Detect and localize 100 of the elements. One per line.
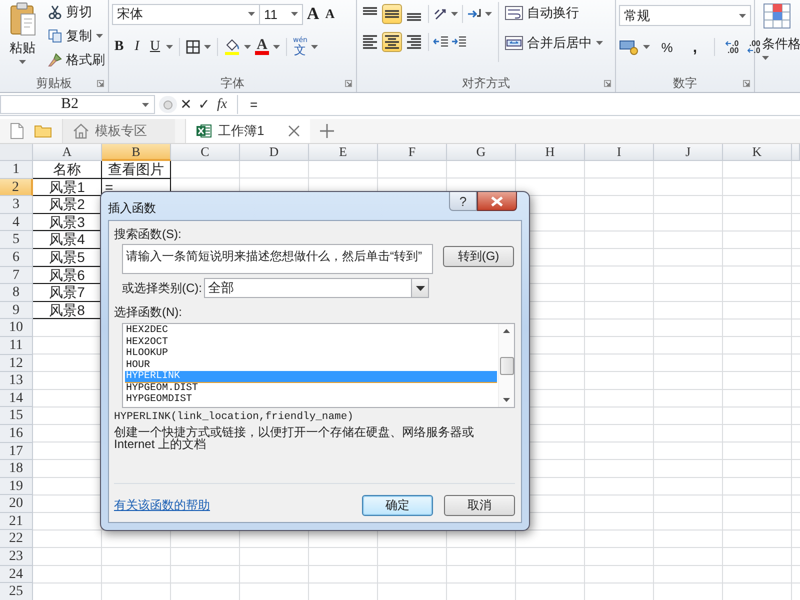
row-header[interactable]: 25 xyxy=(0,583,33,600)
column-header[interactable]: F xyxy=(378,144,447,161)
column-header[interactable]: C xyxy=(171,144,240,161)
formula-field[interactable]: = xyxy=(237,95,800,114)
percent-button[interactable]: % xyxy=(660,37,674,57)
close-icon[interactable] xyxy=(288,125,300,137)
align-button[interactable] xyxy=(404,32,424,52)
copy-button[interactable]: 复制 xyxy=(48,26,105,46)
column-header[interactable]: H xyxy=(516,144,585,161)
column-header[interactable]: A xyxy=(33,144,102,161)
launcher-icon[interactable] xyxy=(604,80,611,87)
number-format-field[interactable]: 常规 xyxy=(619,5,751,26)
bold-button[interactable]: B xyxy=(112,37,126,57)
column-header[interactable]: I xyxy=(585,144,654,161)
row-header[interactable]: 10 xyxy=(0,319,33,337)
row-header[interactable]: 15 xyxy=(0,407,33,425)
wrap-text-button[interactable]: 自动换行 xyxy=(505,3,603,23)
caret-icon xyxy=(643,45,650,49)
merge-center-button[interactable]: 合并后居中 xyxy=(505,33,603,53)
column-header[interactable]: B xyxy=(102,144,171,161)
column-header[interactable]: J xyxy=(654,144,723,161)
borders-icon[interactable] xyxy=(186,40,200,54)
add-icon[interactable] xyxy=(320,124,334,138)
category-dropdown[interactable]: 全部 xyxy=(204,278,429,298)
close-button[interactable] xyxy=(477,192,517,211)
row-header[interactable]: 24 xyxy=(0,566,33,584)
shrink-font-button[interactable]: A xyxy=(323,4,337,24)
cancel-button[interactable]: ✕ xyxy=(177,96,195,113)
row-header[interactable]: 2 xyxy=(0,178,33,196)
tab[interactable]: 模板专区 xyxy=(62,119,175,143)
scrollbar[interactable] xyxy=(498,324,514,407)
help-button[interactable]: ? xyxy=(449,192,477,211)
row-header[interactable]: 11 xyxy=(0,336,33,355)
row-header[interactable]: 12 xyxy=(0,354,33,372)
fill-bucket-icon[interactable] xyxy=(224,39,240,55)
align-button[interactable] xyxy=(360,32,380,52)
row-header[interactable]: 13 xyxy=(0,372,33,390)
font-size-field[interactable]: 11 xyxy=(259,4,303,24)
row-header[interactable]: 9 xyxy=(0,302,33,320)
underline-button[interactable]: U xyxy=(148,37,162,57)
row-header[interactable]: 17 xyxy=(0,442,33,460)
go-button[interactable]: 转到(G) xyxy=(443,246,514,267)
row-header[interactable]: 23 xyxy=(0,548,33,566)
scroll-thumb[interactable] xyxy=(500,356,514,374)
drag-handle-icon[interactable] xyxy=(163,98,173,110)
cancel-button[interactable]: 取消 xyxy=(444,495,515,516)
list-item[interactable]: HLOOKUP xyxy=(125,348,497,360)
function-list[interactable]: HEX2DEC HEX2OCT HLOOKUP HOUR HYPERLINK HYPGEOM.DIST HYPGEOMDIST xyxy=(122,323,515,408)
ok-button[interactable]: 确定 xyxy=(362,495,433,516)
row-header[interactable]: 6 xyxy=(0,248,33,267)
format-painter-button[interactable]: 格式刷 xyxy=(48,50,105,70)
paste-button[interactable]: 粘贴 xyxy=(3,2,42,64)
list-item[interactable]: HEX2DEC xyxy=(125,325,497,336)
list-item[interactable]: HEX2OCT xyxy=(125,336,497,348)
launcher-icon[interactable] xyxy=(345,80,352,87)
search-field[interactable]: 请输入一条简短说明来描述您想做什么，然后单击“转到” xyxy=(122,244,433,274)
enter-button[interactable]: ✓ xyxy=(195,96,213,113)
row-header[interactable]: 4 xyxy=(0,214,33,232)
row-header[interactable]: 21 xyxy=(0,512,33,530)
row-header[interactable]: 8 xyxy=(0,284,33,302)
list-item[interactable]: HYPGEOMDIST xyxy=(125,394,497,406)
row-header[interactable]: 20 xyxy=(0,495,33,513)
align-button[interactable] xyxy=(382,32,402,52)
new-file-icon[interactable] xyxy=(10,123,24,139)
column-header[interactable]: E xyxy=(309,144,378,161)
increase-decimal-button[interactable]: .0 .00 xyxy=(725,40,739,54)
row-header[interactable]: 19 xyxy=(0,478,33,496)
cut-button[interactable]: 剪切 xyxy=(48,2,105,22)
row-header[interactable]: 14 xyxy=(0,390,33,408)
launcher-icon[interactable] xyxy=(97,80,104,87)
list-item[interactable]: HOUR xyxy=(125,360,497,371)
comma-button[interactable]: , xyxy=(688,37,702,57)
row-header[interactable]: 5 xyxy=(0,231,33,249)
row-header[interactable]: 18 xyxy=(0,460,33,478)
column-header[interactable]: D xyxy=(240,144,309,161)
brush-icon xyxy=(48,53,62,67)
currency-icon[interactable] xyxy=(619,39,639,55)
launcher-icon[interactable] xyxy=(743,80,750,87)
help-link[interactable]: 有关该函数的帮助 xyxy=(114,497,210,514)
tab[interactable]: 工作簿1 xyxy=(185,119,310,143)
align-button[interactable] xyxy=(382,4,402,24)
copy-icon xyxy=(48,29,62,43)
scroll-down-icon[interactable] xyxy=(503,398,510,402)
column-header[interactable]: K xyxy=(723,144,792,161)
scroll-up-icon[interactable] xyxy=(503,329,510,333)
font-color-button[interactable]: A xyxy=(255,39,269,55)
list-item[interactable]: HYPGEOM.DIST xyxy=(125,382,497,394)
search-label: 搜索函数(S): xyxy=(114,226,182,242)
decrease-decimal-button[interactable]: .00 .0 xyxy=(746,40,760,54)
insert-function-button[interactable]: fx xyxy=(213,96,231,112)
row-header[interactable]: 16 xyxy=(0,424,33,442)
italic-button[interactable]: I xyxy=(130,37,144,57)
column-header[interactable]: G xyxy=(447,144,516,161)
row-header[interactable]: 22 xyxy=(0,530,33,548)
grow-font-button[interactable]: A xyxy=(306,4,320,24)
font-name-field[interactable]: 宋体 xyxy=(112,4,260,24)
row-header[interactable]: 7 xyxy=(0,266,33,284)
row-header[interactable]: 3 xyxy=(0,196,33,214)
row-header[interactable]: 1 xyxy=(0,161,33,179)
name-box[interactable]: B2 xyxy=(0,95,155,114)
